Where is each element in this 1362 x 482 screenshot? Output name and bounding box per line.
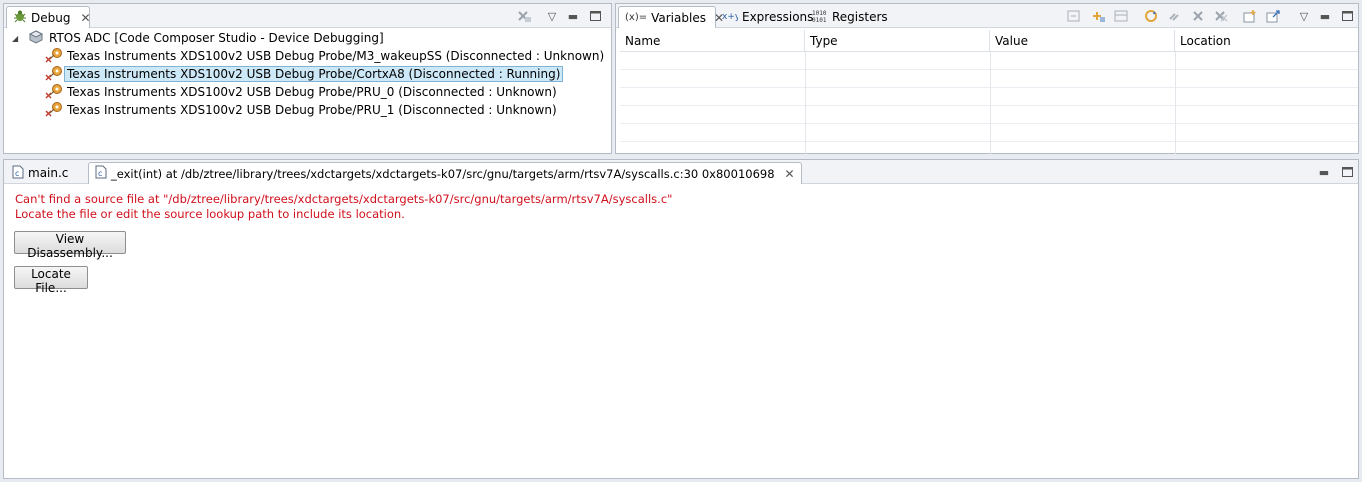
launch-session-icon [28,29,44,47]
minimize-icon[interactable]: ▬ [566,9,580,23]
view-menu-chevron-icon[interactable]: ▽ [1297,9,1311,23]
tab-debug-label: Debug [31,10,71,25]
link-icon[interactable] [1167,9,1183,23]
remove-terminated-icon[interactable] [516,9,532,23]
target-label: Texas Instruments XDS100v2 USB Debug Pro… [67,49,605,63]
tab-main-c-label: main.c [28,166,69,180]
column-divider [805,52,806,154]
remove-icon[interactable] [1190,9,1206,23]
tab-main-c[interactable]: c main.c [6,162,74,184]
registers-icon: 1010 0101 [812,9,828,26]
table-row [620,88,1358,106]
locate-file-button[interactable]: Locate File... [14,266,88,295]
tab-registers[interactable]: 1010 0101 Registers [806,6,894,28]
minimize-icon[interactable]: ▬ [1317,165,1331,179]
svg-text:1010: 1010 [812,10,827,17]
disconnected-target-icon [44,65,64,84]
debug-view-tabbar: Debug ✕ ▽ ▬ [4,4,611,28]
c-file-icon: c [95,165,107,182]
column-divider [1175,52,1176,154]
table-row [620,106,1358,124]
minimize-icon[interactable]: ▬ [1318,9,1332,23]
remove-all-icon[interactable] [1213,9,1229,23]
tree-row-target[interactable]: Texas Instruments XDS100v2 USB Debug Pro… [44,83,560,101]
session-label: RTOS ADC [Code Composer Studio - Device … [49,31,384,45]
tab-expressions[interactable]: x+y Expressions [716,6,819,28]
close-icon[interactable]: ✕ [80,12,90,24]
variables-view: (x)= Variables ✕ x+y Expressions 1010 010… [615,3,1359,154]
tab-debug[interactable]: Debug ✕ [6,6,91,28]
refresh-icon[interactable] [1143,9,1159,23]
collapse-all-icon[interactable] [1066,9,1082,23]
tree-row-target[interactable]: Texas Instruments XDS100v2 USB Debug Pro… [44,65,564,84]
editor-area: c main.c c _exit(int) at /db/ztree/libra… [3,159,1359,479]
export-icon[interactable] [1265,9,1281,23]
source-lookup-hint: Locate the file or edit the source looku… [15,207,405,221]
disconnected-target-icon [44,47,64,66]
maximize-icon[interactable] [1340,165,1354,179]
collapse-triangle-icon[interactable]: ◢ [12,34,22,43]
table-row [620,124,1358,142]
target-label: Texas Instruments XDS100v2 USB Debug Pro… [67,103,557,117]
svg-text:0101: 0101 [812,17,827,23]
column-header-location[interactable]: Location [1175,30,1360,52]
tab-variables[interactable]: (x)= Variables ✕ [618,6,724,28]
svg-text:c: c [98,169,102,178]
debug-view: Debug ✕ ▽ ▬ ◢ RTOS ADC [Code Composer St… [3,3,612,154]
column-header-name[interactable]: Name [620,30,805,52]
table-row [620,52,1358,70]
new-watch-icon[interactable] [1242,9,1258,23]
tab-registers-label: Registers [832,10,888,24]
disconnected-target-icon [44,83,64,102]
debug-bug-icon [13,9,27,26]
maximize-icon[interactable] [588,9,602,23]
tab-variables-label: Variables [651,10,706,25]
variables-view-tabbar: (x)= Variables ✕ x+y Expressions 1010 010… [616,4,1358,28]
column-header-type[interactable]: Type [805,30,990,52]
variables-icon: (x)= [625,12,648,23]
tree-row-target[interactable]: Texas Instruments XDS100v2 USB Debug Pro… [44,101,560,119]
tree-row-session[interactable]: ◢ RTOS ADC [Code Composer Studio - Devic… [12,29,387,47]
target-label: Texas Instruments XDS100v2 USB Debug Pro… [67,85,557,99]
tab-expressions-label: Expressions [742,10,814,24]
table-row [620,70,1358,88]
variables-table: Name Type Value Location [620,30,1358,154]
source-not-found-message: Can't find a source file at "/db/ztree/l… [15,192,673,206]
svg-text:x+y: x+y [722,12,738,22]
variables-table-header: Name Type Value Location [620,30,1358,52]
tab-syscalls[interactable]: c _exit(int) at /db/ztree/library/trees/… [88,162,802,184]
view-disassembly-button[interactable]: View Disassembly... [14,231,126,260]
add-expression-icon[interactable] [1090,9,1106,23]
view-menu-chevron-icon[interactable]: ▽ [545,9,559,23]
column-header-value[interactable]: Value [990,30,1175,52]
column-divider [990,52,991,154]
expressions-icon: x+y [722,9,741,26]
maximize-icon[interactable] [1340,9,1354,23]
c-file-icon: c [12,165,24,182]
target-label: Texas Instruments XDS100v2 USB Debug Pro… [64,66,564,82]
svg-text:c: c [15,169,19,178]
close-icon[interactable]: ✕ [785,168,795,180]
tree-row-target[interactable]: Texas Instruments XDS100v2 USB Debug Pro… [44,47,607,65]
editor-tabbar: c main.c c _exit(int) at /db/ztree/libra… [4,160,1358,184]
disconnected-target-icon [44,101,64,120]
layout-icon[interactable] [1113,9,1129,23]
tab-syscalls-label: _exit(int) at /db/ztree/library/trees/xd… [111,166,775,181]
